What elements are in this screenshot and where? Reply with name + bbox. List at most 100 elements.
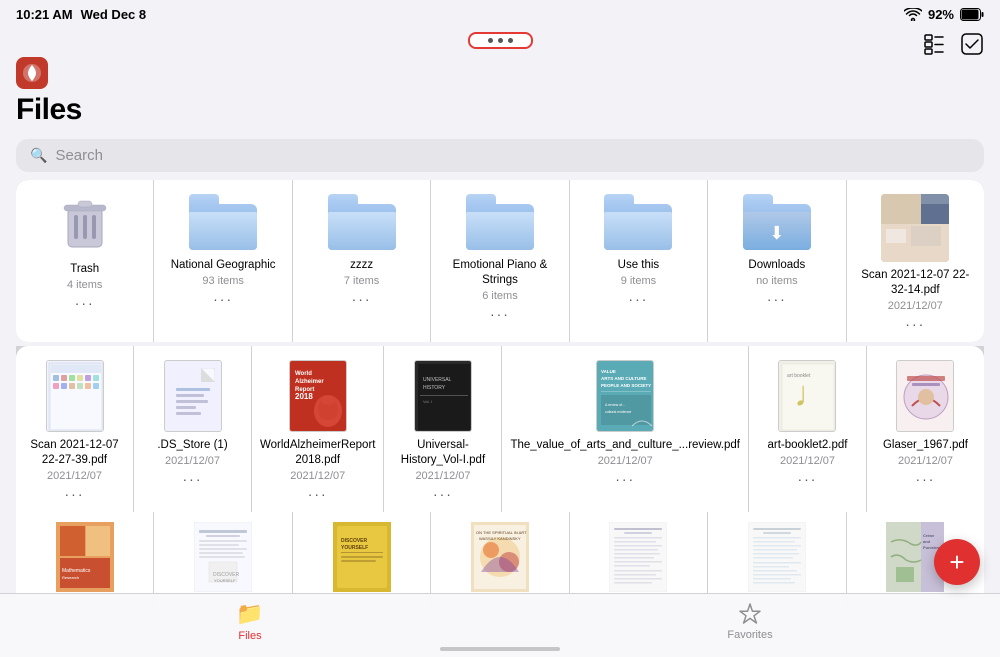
grid-cell-zzzz[interactable]: zzzz 7 items ··· xyxy=(293,180,430,342)
emotional-more[interactable]: ··· xyxy=(490,306,510,322)
natgeo-meta: 93 items xyxy=(202,275,244,287)
svg-text:YOURSELF: YOURSELF xyxy=(341,545,368,551)
grid-cell-alzheimer[interactable]: World Alzheimer Report 2018 WorldAlzheim… xyxy=(252,346,383,512)
search-bar[interactable]: 🔍 Search xyxy=(16,139,984,172)
grid-cell-arts[interactable]: VALUE ARTS AND CULTURE PEOPLE AND SOCIET… xyxy=(502,346,748,512)
trash-label: Trash xyxy=(70,262,99,277)
svg-text:ON THE SPIRITUAL IN ART: ON THE SPIRITUAL IN ART xyxy=(476,530,527,535)
dsstore-more[interactable]: ··· xyxy=(183,471,203,487)
svg-text:Vol. I: Vol. I xyxy=(423,399,432,404)
svg-text:VALUE: VALUE xyxy=(601,369,616,374)
grid-cell-artbooklet[interactable]: ♩ art booklet art-booklet2.pdf 2021/12/0… xyxy=(749,346,866,512)
grid-cell-universal[interactable]: UNIVERSAL HISTORY Vol. I Universal-Histo… xyxy=(384,346,501,512)
alzheimer-more[interactable]: ··· xyxy=(308,486,328,502)
artbooklet-more[interactable]: ··· xyxy=(797,471,817,487)
svg-text:Research: Research xyxy=(62,575,79,580)
search-icon: 🔍 xyxy=(30,147,47,164)
arts-thumb: VALUE ARTS AND CULTURE PEOPLE AND SOCIET… xyxy=(596,360,654,432)
tab-favorites[interactable]: Favorites xyxy=(500,602,1000,641)
trash-icon xyxy=(57,194,113,254)
dots-button[interactable] xyxy=(468,32,533,49)
downloads-label: Downloads xyxy=(748,258,805,273)
svg-text:HISTORY: HISTORY xyxy=(423,385,446,391)
add-fab-button[interactable]: + xyxy=(934,539,980,585)
usethis-label: Use this xyxy=(618,258,660,273)
grid-cell-usethis[interactable]: Use this 9 items ··· xyxy=(570,180,707,342)
grid-cell-dsstore[interactable]: .DS_Store (1) 2021/12/07 ··· xyxy=(134,346,251,512)
glaser-more[interactable]: ··· xyxy=(915,471,935,487)
folder-downloads-icon: ⬇ xyxy=(743,194,811,250)
favorites-tab-label: Favorites xyxy=(727,629,772,641)
scan2-thumb xyxy=(46,360,104,432)
svg-text:♩: ♩ xyxy=(794,373,830,414)
grid-cell-scan1[interactable]: Scan 2021-12-07 22-32-14.pdf 2021/12/07 … xyxy=(847,180,984,342)
files-tab-label: Files xyxy=(238,630,261,642)
dsstore-meta: 2021/12/07 xyxy=(165,455,220,467)
artbooklet-thumb: ♩ art booklet xyxy=(778,360,836,432)
dot3 xyxy=(508,38,513,43)
svg-text:2018: 2018 xyxy=(295,392,313,401)
dot1 xyxy=(488,38,493,43)
arts-label: The_value_of_arts_and_culture_...review.… xyxy=(510,438,740,453)
scan2-label: Scan 2021-12-07 22-27-39.pdf xyxy=(24,438,125,468)
svg-text:UNIVERSAL: UNIVERSAL xyxy=(423,377,452,383)
svg-text:art booklet: art booklet xyxy=(787,373,811,379)
emotional-label: Emotional Piano & Strings xyxy=(439,258,560,288)
folder-zzzz-icon xyxy=(328,194,396,250)
files-tab-icon: 📁 xyxy=(236,601,263,627)
grid-cell-natgeo[interactable]: National Geographic 93 items ··· xyxy=(154,180,291,342)
tab-files[interactable]: 📁 Files xyxy=(0,601,500,642)
scan2-more[interactable]: ··· xyxy=(65,486,85,502)
tab-bar: 📁 Files Favorites xyxy=(0,593,1000,657)
grid-cell-downloads[interactable]: ⬇ Downloads no items ··· xyxy=(708,180,845,342)
dsstore-thumb xyxy=(164,360,222,432)
dsstore-label: .DS_Store (1) xyxy=(157,438,227,453)
universal-meta: 2021/12/07 xyxy=(415,470,470,482)
trash-more[interactable]: ··· xyxy=(75,295,95,311)
glaser-meta: 2021/12/07 xyxy=(898,455,953,467)
artbooklet-label: art-booklet2.pdf xyxy=(768,438,848,453)
scan1-more[interactable]: ··· xyxy=(905,316,925,332)
downloads-meta: no items xyxy=(756,275,798,287)
arts-meta: 2021/12/07 xyxy=(598,455,653,467)
svg-text:ARTS AND CULTURE: ARTS AND CULTURE xyxy=(601,376,647,381)
glaser-label: Glaser_1967.pdf xyxy=(883,438,968,453)
downloads-more[interactable]: ··· xyxy=(767,291,787,307)
scan1-meta: 2021/12/07 xyxy=(888,300,943,312)
universal-more[interactable]: ··· xyxy=(433,486,453,502)
svg-text:DISCOVER: DISCOVER xyxy=(341,538,368,544)
grid-view-icon[interactable] xyxy=(922,32,946,56)
grid-cell-emotional[interactable]: Emotional Piano & Strings 6 items ··· xyxy=(431,180,568,342)
add-icon: + xyxy=(949,547,964,578)
usethis-meta: 9 items xyxy=(621,275,656,287)
alzheimer-thumb: World Alzheimer Report 2018 xyxy=(289,360,347,432)
top-right-actions xyxy=(922,32,984,56)
svg-text:and: and xyxy=(923,539,931,544)
svg-text:Mathematics: Mathematics xyxy=(62,568,91,574)
zzzz-more[interactable]: ··· xyxy=(352,291,372,307)
usethis-more[interactable]: ··· xyxy=(628,291,648,307)
check-icon[interactable] xyxy=(960,32,984,56)
wifi-icon xyxy=(904,8,922,21)
universal-thumb: UNIVERSAL HISTORY Vol. I xyxy=(414,360,472,432)
natgeo-more[interactable]: ··· xyxy=(213,291,233,307)
grid-cell-glaser[interactable]: Glaser_1967.pdf 2021/12/07 ··· xyxy=(867,346,984,512)
svg-text:Alzheimer: Alzheimer xyxy=(295,379,324,385)
favorites-star-icon xyxy=(738,602,762,626)
zzzz-meta: 7 items xyxy=(344,275,379,287)
svg-text:cultural evidence: cultural evidence xyxy=(605,410,631,414)
folder-usethis-icon xyxy=(604,194,672,250)
svg-text:A review of...: A review of... xyxy=(605,403,625,407)
alzheimer-meta: 2021/12/07 xyxy=(290,470,345,482)
svg-text:YOURSELF: YOURSELF xyxy=(214,578,236,583)
arts-more[interactable]: ··· xyxy=(615,471,635,487)
grid-cell-trash[interactable]: Trash 4 items ··· xyxy=(16,180,153,342)
universal-label: Universal-History_Vol-I.pdf xyxy=(392,438,493,468)
app-header: Files xyxy=(0,51,1000,131)
status-date: Wed Dec 8 xyxy=(81,7,147,22)
artbooklet-meta: 2021/12/07 xyxy=(780,455,835,467)
svg-text:Crime: Crime xyxy=(923,533,935,538)
status-right: 92% xyxy=(904,7,984,22)
files-grid-row2: Scan 2021-12-07 22-27-39.pdf 2021/12/07 … xyxy=(16,346,984,512)
grid-cell-scan2[interactable]: Scan 2021-12-07 22-27-39.pdf 2021/12/07 … xyxy=(16,346,133,512)
